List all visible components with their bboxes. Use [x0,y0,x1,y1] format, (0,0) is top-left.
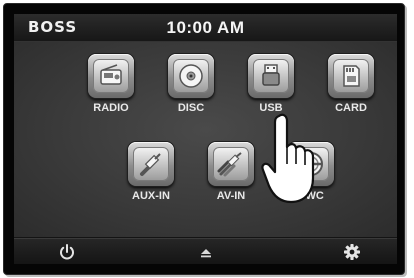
av-in-label: AV-IN [216,190,246,202]
disc-icon [179,64,203,88]
clock-time: 10:00 AM [166,18,245,37]
disc-label: DISC [177,102,205,114]
source-menu: RADIO DISC USB CARD AUX-IN AV-IN SWC [14,42,397,237]
card-button[interactable] [326,54,378,98]
radio-icon [100,64,122,85]
card-tile-inner [333,59,369,93]
av-in-button[interactable] [206,142,258,186]
aux-in-tile-inner [133,147,169,181]
steering-wheel-icon [299,152,323,177]
head-unit-screen: BOSS 10:00 AM RADIO DISC USB CARD AUX-IN… [14,14,397,264]
av-cable-icon [217,152,242,177]
eject-icon [201,249,211,258]
usb-icon [262,64,280,86]
swc-tile-inner [293,147,329,181]
usb-button[interactable] [246,54,298,98]
card-label: CARD [335,102,367,114]
disc-button[interactable] [166,54,218,98]
av-in-tile-inner [213,147,249,181]
aux-in-tile-frame [128,142,174,186]
card-tile-frame [328,54,374,98]
gear-icon [344,244,360,260]
usb-label: USB [259,102,283,114]
usb-tile-frame [248,54,294,98]
device-bezel: BOSS 10:00 AM RADIO DISC USB CARD AUX-IN… [3,3,405,275]
power-button[interactable] [57,243,77,261]
aux-cable-icon [140,153,161,176]
usb-tile-inner [253,59,289,93]
radio-button[interactable] [86,54,138,98]
radio-tile-inner [93,59,129,93]
radio-label: RADIO [93,102,129,114]
bottom-toolbar [14,238,397,264]
disc-tile-frame [168,54,214,98]
status-header: BOSS 10:00 AM [14,14,397,42]
aux-in-label: AUX-IN [132,190,170,202]
settings-button[interactable] [342,243,362,261]
swc-button[interactable] [286,142,338,186]
swc-tile-frame [288,142,334,186]
aux-in-button[interactable] [126,142,178,186]
av-in-tile-frame [208,142,254,186]
swc-label: SWC [298,190,324,202]
power-icon [60,244,74,260]
disc-tile-inner [173,59,209,93]
radio-tile-frame [88,54,134,98]
sd-card-icon [343,65,360,87]
eject-button[interactable] [196,243,216,261]
